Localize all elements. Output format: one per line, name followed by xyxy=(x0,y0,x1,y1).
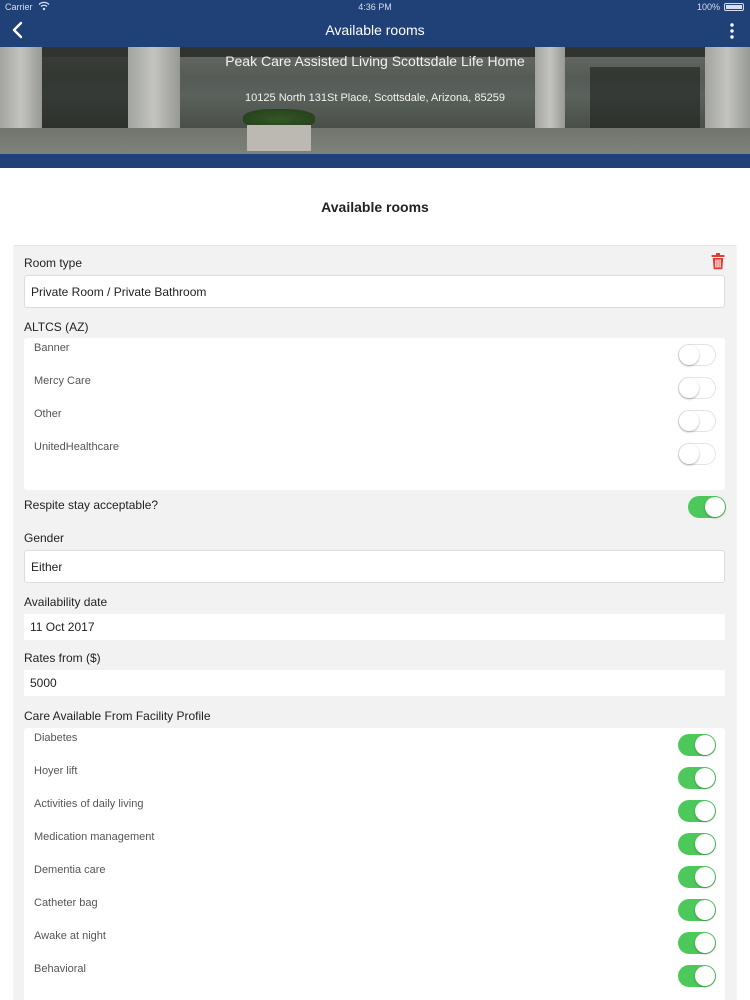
altcs-option-label: Other xyxy=(34,408,62,420)
altcs-option-toggle[interactable] xyxy=(678,443,716,465)
clock: 4:36 PM xyxy=(358,2,392,12)
care-option-label: Behavioral xyxy=(34,963,86,975)
care-option-row: Diabetes xyxy=(24,728,725,761)
care-option-label: Activities of daily living xyxy=(34,798,144,810)
facility-name: Peak Care Assisted Living Scottsdale Lif… xyxy=(225,53,525,69)
toggle-knob xyxy=(679,411,699,431)
care-option-toggle[interactable] xyxy=(678,800,716,822)
trash-icon[interactable] xyxy=(711,253,725,270)
care-option-toggle[interactable] xyxy=(678,833,716,855)
altcs-option-row: Banner xyxy=(24,338,725,371)
care-option-label: Catheter bag xyxy=(34,897,98,909)
altcs-options-list: Banner Mercy Care Other UnitedHealthcare xyxy=(24,338,725,490)
altcs-option-row: Mercy Care xyxy=(24,371,725,404)
room-type-field[interactable]: Private Room / Private Bathroom xyxy=(24,275,725,308)
toggle-knob xyxy=(695,834,715,854)
availability-date-label: Availability date xyxy=(24,595,108,609)
care-option-row: Awake at night xyxy=(24,926,725,959)
facility-address: 10125 North 131St Place, Scottsdale, Ari… xyxy=(245,92,505,104)
care-option-label: Dementia care xyxy=(34,864,106,876)
gender-label: Gender xyxy=(24,531,65,545)
care-option-label: Hoyer lift xyxy=(34,765,78,777)
care-option-label: Awake at night xyxy=(34,930,106,942)
nav-title: Available rooms xyxy=(325,22,425,38)
status-bar: Carrier 4:36 PM 100% xyxy=(0,0,750,14)
respite-label: Respite stay acceptable? xyxy=(24,498,159,512)
care-option-toggle[interactable] xyxy=(678,965,716,987)
toggle-knob xyxy=(695,768,715,788)
facility-hero-image: Peak Care Assisted Living Scottsdale Lif… xyxy=(0,47,750,154)
care-available-label: Care Available From Facility Profile xyxy=(24,709,211,723)
respite-toggle[interactable] xyxy=(688,496,726,518)
hero-band xyxy=(0,154,750,168)
room-card: Room type Private Room / Private Bathroo… xyxy=(14,245,736,1000)
toggle-knob xyxy=(695,867,715,887)
rates-label: Rates from ($) xyxy=(24,651,101,665)
battery-icon xyxy=(724,3,744,11)
altcs-option-label: Banner xyxy=(34,342,70,354)
care-option-row: Dementia care xyxy=(24,860,725,893)
toggle-knob xyxy=(695,801,715,821)
availability-date-field[interactable]: 11 Oct 2017 xyxy=(24,614,725,640)
altcs-option-row: UnitedHealthcare xyxy=(24,437,725,470)
rates-field[interactable]: 5000 xyxy=(24,670,725,696)
toggle-knob xyxy=(679,444,699,464)
care-option-row: Catheter bag xyxy=(24,893,725,926)
more-vertical-icon[interactable] xyxy=(724,18,740,44)
care-options-list: Diabetes Hoyer lift Activities of daily li… xyxy=(24,728,725,1000)
altcs-option-toggle[interactable] xyxy=(678,344,716,366)
gender-field[interactable]: Either xyxy=(24,550,725,583)
toggle-knob xyxy=(695,966,715,986)
care-option-row: Medication management xyxy=(24,827,725,860)
altcs-option-toggle[interactable] xyxy=(678,377,716,399)
room-type-label: Room type xyxy=(24,256,83,270)
toggle-knob xyxy=(695,735,715,755)
care-option-toggle[interactable] xyxy=(678,932,716,954)
toggle-knob xyxy=(695,933,715,953)
care-option-row: Activities of daily living xyxy=(24,794,725,827)
altcs-option-row: Other xyxy=(24,404,725,437)
care-option-label: Diabetes xyxy=(34,732,78,744)
care-option-row: Hoyer lift xyxy=(24,761,725,794)
battery-percentage: 100% xyxy=(696,2,720,12)
toggle-knob xyxy=(695,900,715,920)
altcs-option-label: UnitedHealthcare xyxy=(34,441,119,453)
section-title: Available rooms xyxy=(321,199,429,215)
care-option-row: Behavioral xyxy=(24,959,725,992)
care-option-label: Medication management xyxy=(34,831,155,843)
altcs-label: ALTCS (AZ) xyxy=(24,320,89,334)
altcs-option-label: Mercy Care xyxy=(34,375,91,387)
care-option-toggle[interactable] xyxy=(678,734,716,756)
toggle-knob xyxy=(705,497,725,517)
navigation-bar: Available rooms xyxy=(0,14,750,47)
toggle-knob xyxy=(679,378,699,398)
toggle-knob xyxy=(679,345,699,365)
care-option-toggle[interactable] xyxy=(678,767,716,789)
care-option-toggle[interactable] xyxy=(678,866,716,888)
care-option-toggle[interactable] xyxy=(678,899,716,921)
altcs-option-toggle[interactable] xyxy=(678,410,716,432)
